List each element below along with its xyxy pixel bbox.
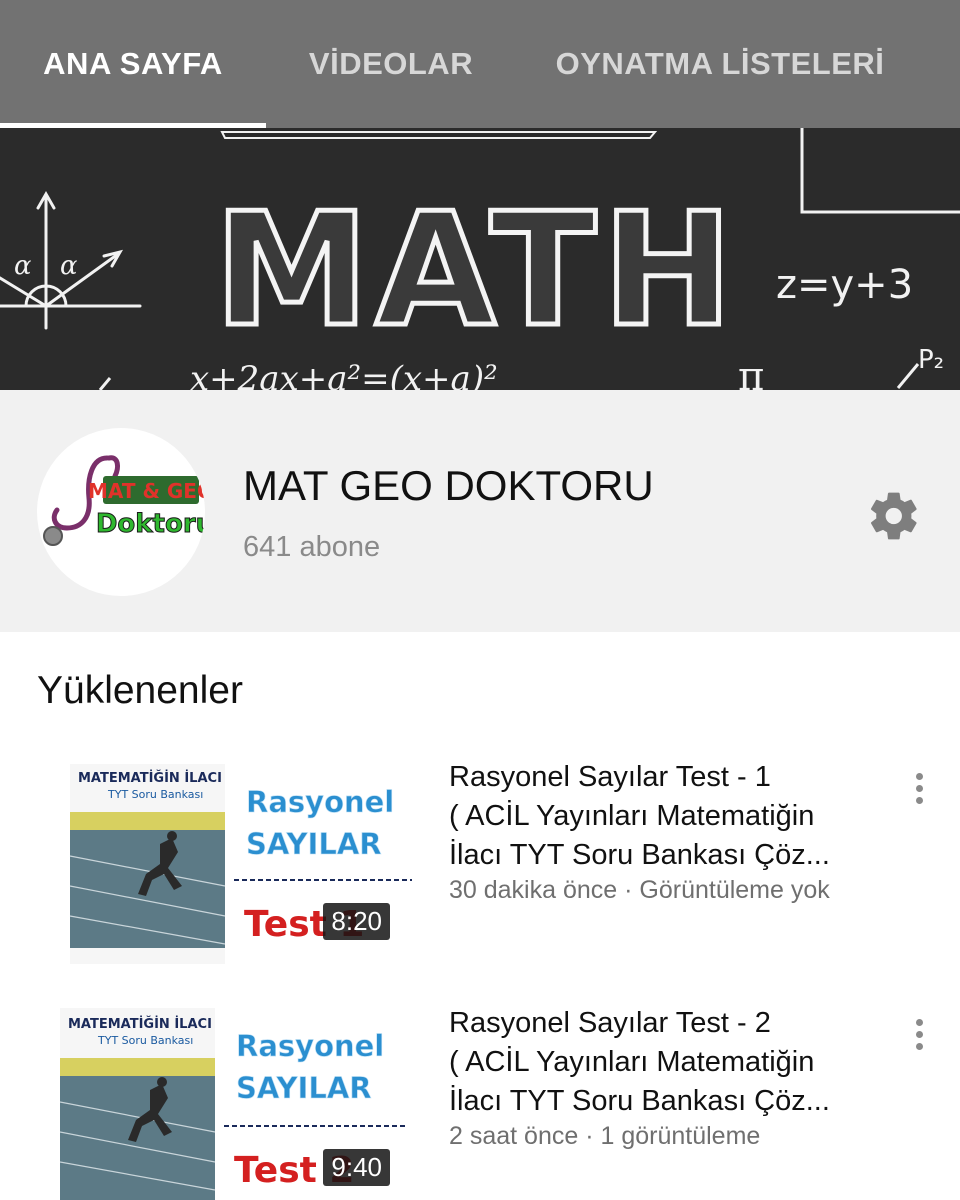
video-title[interactable]: Rasyonel Sayılar Test - 1 ( ACİL Yayınla… — [449, 758, 889, 875]
tab-videos[interactable]: VİDEOLAR — [266, 0, 516, 128]
video-duration: 9:40 — [323, 1149, 390, 1186]
thumb-book-title: MATEMATİĞİN İLACI — [78, 770, 222, 786]
more-vert-icon[interactable] — [904, 1016, 934, 1060]
banner-formula-square: x+2ax+a²=(x+a)² — [190, 359, 498, 390]
channel-header: MAT & GEO Doktoru MAT GEO DOKTORU 641 ab… — [0, 390, 960, 632]
video-duration: 8:20 — [323, 903, 390, 940]
video-title-line-2: ( ACİL Yayınları Matematiğin — [449, 1046, 815, 1078]
video-list-item[interactable]: MATEMATİĞİN İLACI TYT Soru Bankası Rasyo… — [0, 998, 960, 1200]
channel-tab-bar: ANA SAYFA VİDEOLAR OYNATMA LİSTELERİ — [0, 0, 960, 128]
thumb-topic-line-1: Rasyonel — [246, 785, 394, 819]
banner-angle-label-2: α — [60, 251, 78, 281]
channel-banner: α α MATH z=y+3 x+2ax+a²=(x+a)² π P₂ — [0, 128, 960, 390]
video-title-line-1: Rasyonel Sayılar Test - 2 — [449, 1007, 771, 1039]
video-title-line-3: İlacı TYT Soru Bankası Çöz... — [449, 1085, 830, 1117]
thumb-topic-line-2: SAYILAR — [236, 1071, 372, 1105]
video-thumbnail[interactable]: MATEMATİĞİN İLACI TYT Soru Bankası Rasyo… — [60, 756, 420, 964]
video-title[interactable]: Rasyonel Sayılar Test - 2 ( ACİL Yayınla… — [449, 1004, 889, 1121]
thumb-topic-line-2: SAYILAR — [246, 827, 382, 861]
video-title-line-1: Rasyonel Sayılar Test - 1 — [449, 761, 771, 793]
banner-p2-label: P₂ — [918, 345, 944, 375]
video-title-line-3: İlacı TYT Soru Bankası Çöz... — [449, 839, 830, 871]
video-meta: 2 saat önce · 1 görüntüleme — [449, 1122, 761, 1150]
banner-pi-symbol: π — [738, 354, 764, 390]
video-title-line-2: ( ACİL Yayınları Matematiğin — [449, 800, 815, 832]
settings-gear-icon[interactable] — [866, 488, 922, 544]
banner-formula-z: z=y+3 — [776, 262, 913, 308]
uploads-section-title: Yüklenenler — [37, 669, 243, 712]
video-thumbnail[interactable]: MATEMATİĞİN İLACI TYT Soru Bankası Rasyo… — [60, 1002, 420, 1200]
tab-playlists[interactable]: OYNATMA LİSTELERİ — [516, 0, 924, 128]
subscriber-count: 641 abone — [243, 531, 381, 563]
avatar-line-2: Doktoru — [96, 509, 205, 539]
thumb-topic-line-1: Rasyonel — [236, 1029, 384, 1063]
thumb-book-subtitle: TYT Soru Bankası — [97, 1034, 193, 1047]
banner-math-word: MATH — [214, 179, 739, 361]
thumb-book-subtitle: TYT Soru Bankası — [107, 788, 203, 801]
channel-avatar[interactable]: MAT & GEO Doktoru — [37, 428, 205, 596]
avatar-line-1: MAT & GEO — [88, 479, 205, 503]
banner-angle-label: α — [14, 251, 32, 281]
tab-home[interactable]: ANA SAYFA — [0, 0, 266, 128]
video-meta: 30 dakika önce · Görüntüleme yok — [449, 876, 830, 904]
thumb-book-title: MATEMATİĞİN İLACI — [68, 1016, 212, 1032]
video-list-item[interactable]: MATEMATİĞİN İLACI TYT Soru Bankası Rasyo… — [0, 752, 960, 982]
more-vert-icon[interactable] — [904, 770, 934, 814]
channel-name: MAT GEO DOKTORU — [243, 462, 654, 509]
